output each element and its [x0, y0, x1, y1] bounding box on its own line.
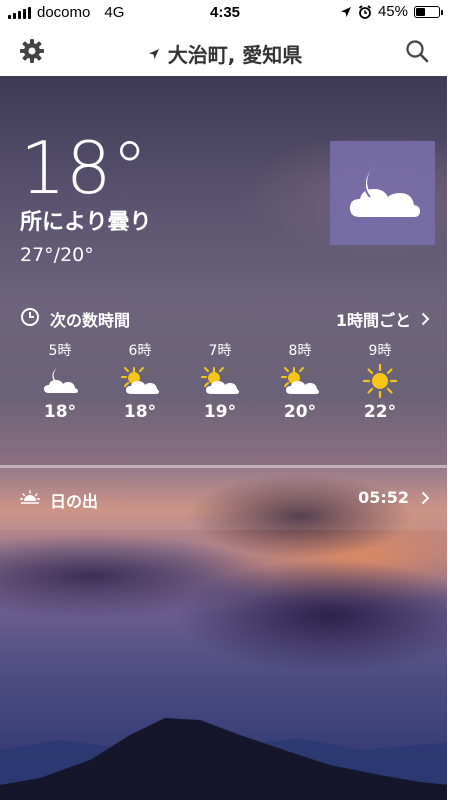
current-condition: 所により曇り — [20, 210, 152, 235]
hour-label: 5時 — [48, 343, 72, 359]
hourly-forecast-list: 5時 18° 6時 18° 7時 19° 8時 20° 9時 22° — [20, 340, 420, 422]
moon-cloud-icon — [350, 166, 420, 217]
sun-cloud-icon — [100, 360, 180, 402]
high-low-temperature: 27°/20° — [20, 244, 94, 266]
sun-cloud-icon — [180, 360, 260, 402]
hour-label: 7時 — [208, 343, 232, 359]
hour-temperature: 22° — [363, 402, 397, 422]
sunrise-icon — [20, 490, 40, 504]
status-bar: docomo 4G 4:35 45% — [0, 0, 450, 26]
status-bar-right: 45% — [340, 3, 443, 20]
hour-label: 9時 — [368, 343, 392, 359]
hills-silhouette — [0, 718, 450, 800]
hour-temperature: 20° — [283, 402, 317, 422]
chevron-right-icon — [421, 491, 430, 504]
hour-temperature: 19° — [203, 402, 237, 422]
hourly-item: 7時 19° — [180, 340, 260, 422]
hourly-interval-label: 1時間ごと — [335, 311, 411, 330]
weather-main: 18° 所により曇り 27°/20° 次の数時間 1時間ごと 5時 18° 6時… — [0, 76, 450, 800]
location-services-icon — [340, 6, 351, 17]
search-icon[interactable] — [404, 38, 430, 64]
hourly-interval-link[interactable]: 1時間ごと — [336, 307, 430, 331]
battery-icon — [414, 5, 443, 18]
hourly-item: 8時 20° — [260, 340, 340, 422]
battery-fill — [416, 7, 425, 16]
current-temperature: 18° — [20, 126, 148, 210]
nav-bar: 大治町, 愛知県 — [0, 26, 450, 76]
battery-percent: 45% — [377, 3, 408, 20]
condition-icon-box — [330, 141, 435, 245]
sunrise-label: 日の出 — [50, 492, 99, 511]
hour-label: 8時 — [288, 343, 312, 359]
hour-temperature: 18° — [123, 402, 157, 422]
sun-cloud-icon — [260, 360, 340, 402]
alarm-icon — [358, 4, 372, 19]
hour-label: 6時 — [128, 343, 152, 359]
sunrise-time: 05:52 — [358, 488, 409, 507]
hour-temperature: 18° — [43, 402, 77, 422]
hourly-item: 5時 18° — [20, 340, 100, 422]
sun-icon — [340, 360, 420, 402]
hourly-item: 9時 22° — [340, 340, 420, 422]
sunrise-time-link[interactable]: 05:52 — [358, 488, 430, 507]
clock-icon — [21, 308, 39, 326]
hourly-header[interactable]: 次の数時間 1時間ごと — [0, 302, 450, 332]
moon-cloud-icon — [20, 360, 100, 402]
chevron-right-icon — [421, 312, 430, 326]
sunrise-row[interactable]: 日の出 05:52 — [0, 468, 450, 530]
location-name: 大治町, 愛知県 — [167, 43, 303, 67]
location-arrow-icon — [148, 49, 159, 59]
location-title[interactable]: 大治町, 愛知県 — [0, 39, 450, 68]
hourly-item: 6時 18° — [100, 340, 180, 422]
hourly-title: 次の数時間 — [50, 311, 131, 330]
